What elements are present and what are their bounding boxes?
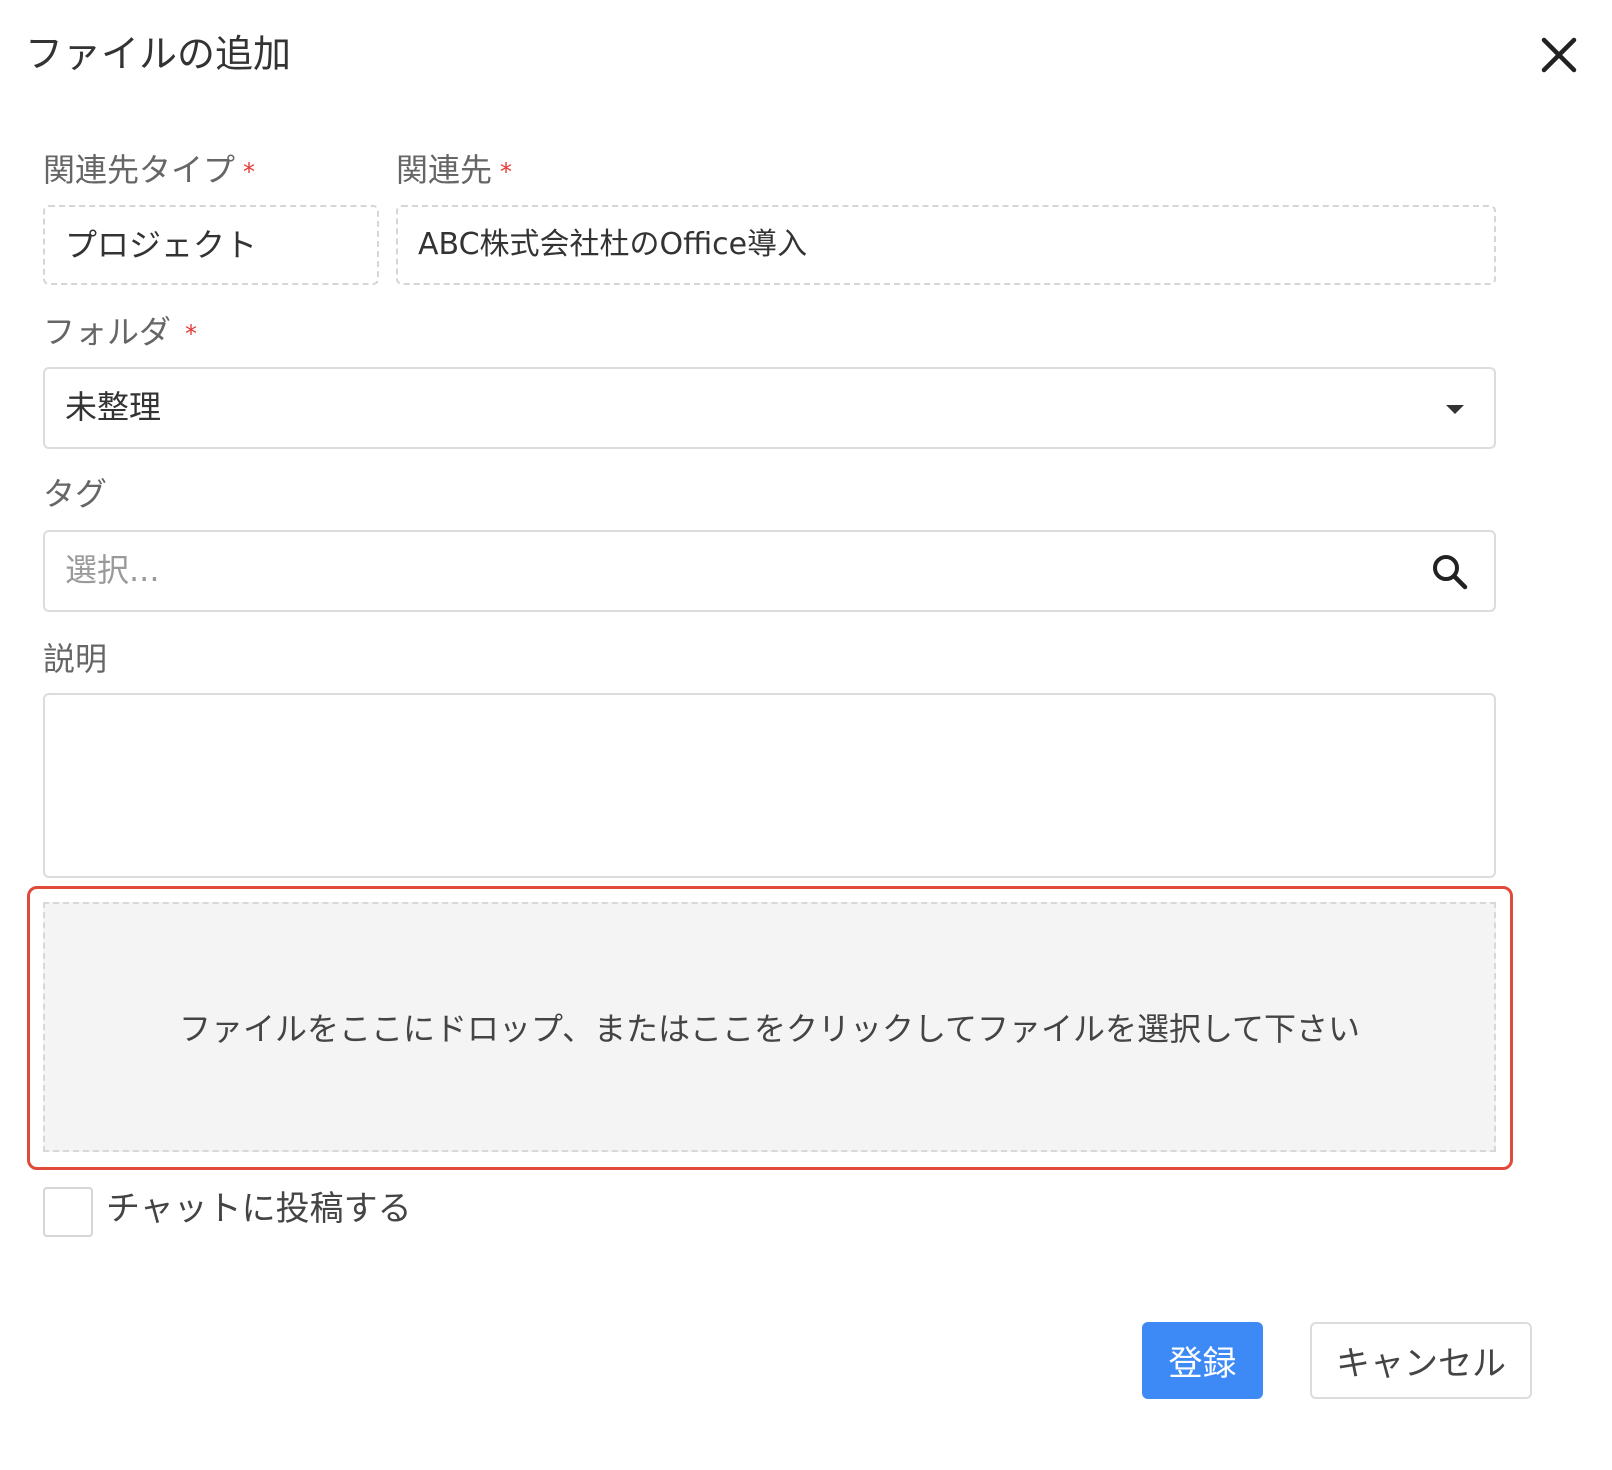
related-type-value: プロジェクト [65, 226, 258, 264]
related-to-label: 関連先 * [396, 148, 512, 192]
folder-label: フォルダ * [43, 310, 197, 354]
description-textarea[interactable] [43, 693, 1496, 878]
related-to-field: ABC株式会社杜のOffice導入 [396, 205, 1496, 285]
description-label: 説明 [43, 640, 108, 678]
submit-button[interactable]: 登録 [1142, 1322, 1263, 1399]
related-type-label: 関連先タイプ * [43, 148, 255, 192]
related-type-label-text: 関連先タイプ [43, 151, 236, 189]
folder-label-text: フォルダ [43, 313, 172, 351]
chevron-down-icon[interactable] [1446, 405, 1464, 414]
tags-placeholder: 選択... [65, 551, 160, 589]
post-to-chat-checkbox[interactable] [43, 1187, 93, 1237]
post-to-chat-label[interactable]: チャットに投稿する [106, 1187, 412, 1231]
related-to-label-text: 関連先 [396, 151, 493, 189]
related-type-field: プロジェクト [43, 205, 379, 285]
related-to-value: ABC株式会社杜のOffice導入 [418, 227, 808, 262]
folder-select[interactable]: 未整理 [43, 367, 1496, 449]
file-dropzone[interactable]: ファイルをここにドロップ、またはここをクリックしてファイルを選択して下さい [43, 902, 1496, 1152]
required-mark: * [243, 158, 256, 186]
required-mark: * [500, 158, 513, 186]
folder-value: 未整理 [65, 388, 162, 426]
required-mark: * [185, 320, 198, 348]
tags-label: タグ [43, 475, 108, 513]
dialog-title: ファイルの追加 [25, 32, 292, 76]
close-icon[interactable] [1538, 34, 1580, 76]
cancel-button[interactable]: キャンセル [1310, 1322, 1532, 1399]
tags-input[interactable]: 選択... [43, 530, 1496, 612]
dropzone-text: ファイルをここにドロップ、またはここをクリックしてファイルを選択して下さい [178, 1010, 1361, 1048]
search-icon[interactable] [1430, 552, 1470, 592]
